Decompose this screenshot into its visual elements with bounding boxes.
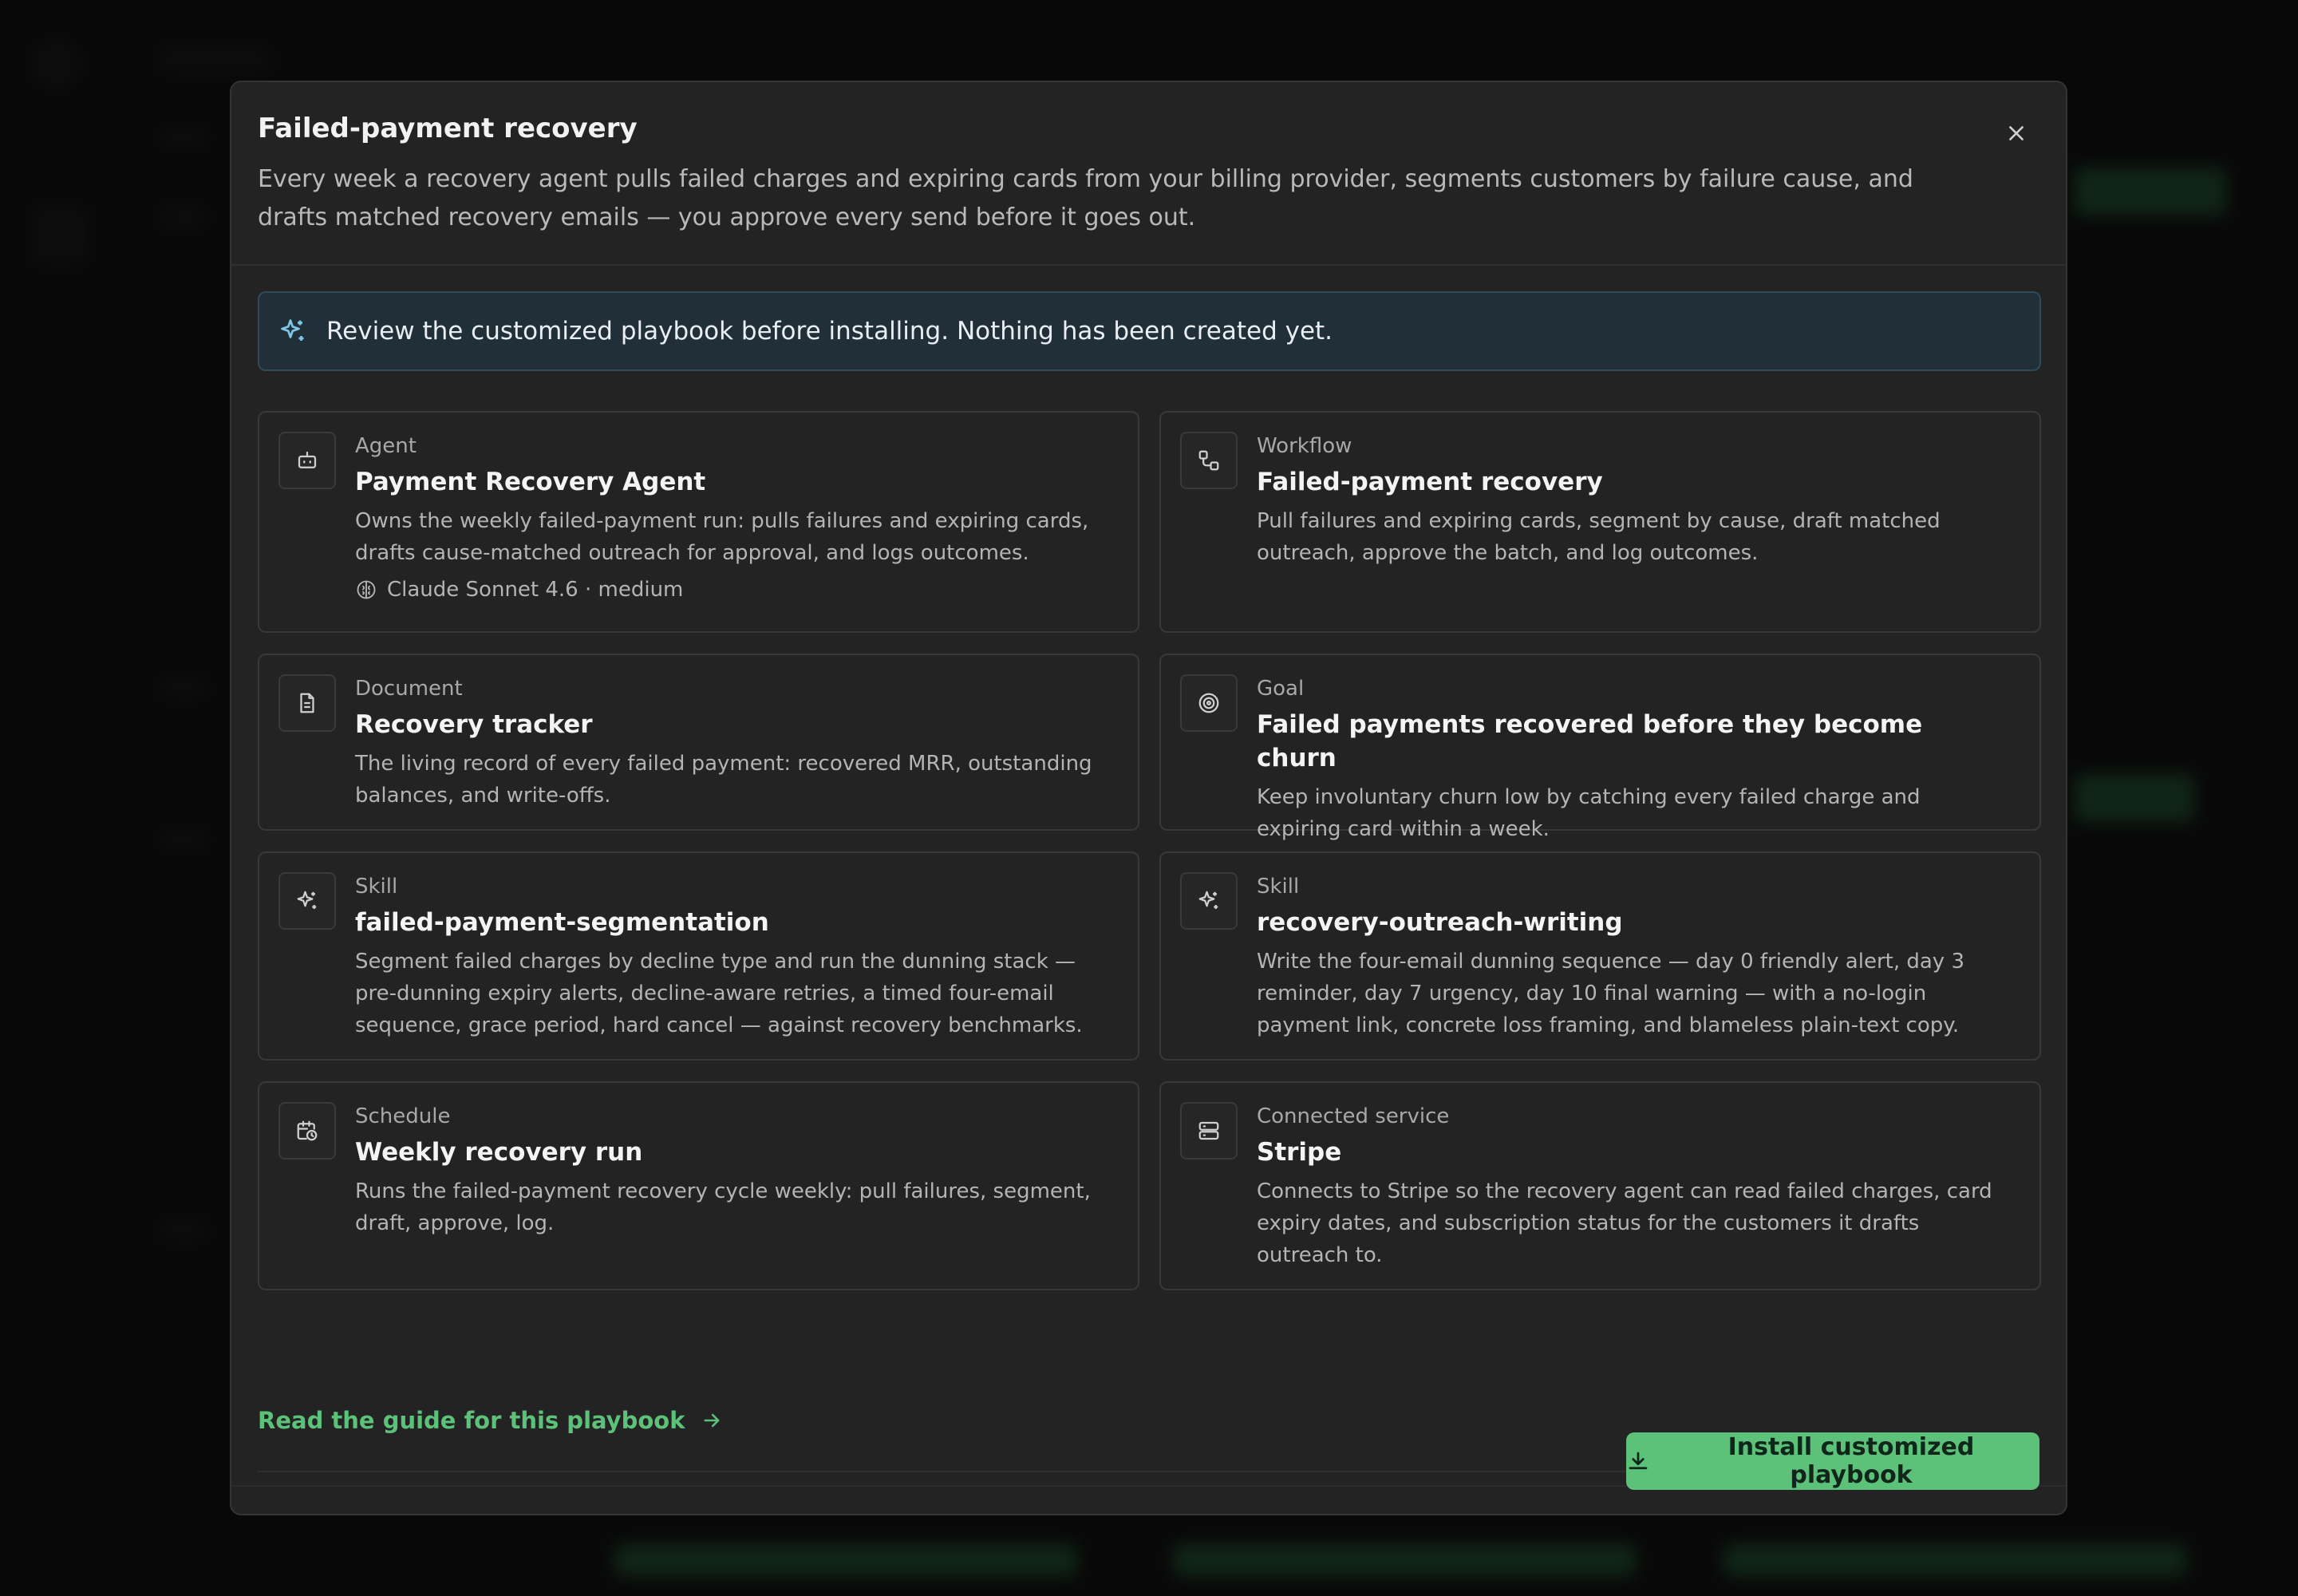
brain-icon xyxy=(357,580,376,599)
guide-link[interactable]: Read the guide for this playbook xyxy=(258,1407,723,1434)
sparkle-icon xyxy=(1180,872,1238,930)
document-icon xyxy=(278,674,336,732)
guide-link-label: Read the guide for this playbook xyxy=(258,1407,685,1434)
card-description: Write the four-email dunning sequence — … xyxy=(1257,950,1964,1037)
card-type: Agent xyxy=(355,434,417,458)
sparkle-icon xyxy=(278,872,336,930)
card-description: Pull failures and expiring cards, segmen… xyxy=(1257,509,1941,565)
card-agent[interactable]: Agent Payment Recovery Agent Owns the we… xyxy=(258,411,1139,633)
modal-description: Every week a recovery agent pulls failed… xyxy=(258,165,1913,231)
target-icon xyxy=(1180,674,1238,732)
card-name: Failed-payment recovery xyxy=(1257,468,1603,496)
card-description: Segment failed charges by decline type a… xyxy=(355,950,1083,1037)
install-button-label: Install customized playbook xyxy=(1727,1433,1975,1489)
card-name: Payment Recovery Agent xyxy=(355,468,706,496)
card-description: Connects to Stripe so the recovery agent… xyxy=(1257,1179,1992,1267)
workflow-icon xyxy=(1180,432,1238,489)
card-meta-text: Claude Sonnet 4.6 · medium xyxy=(387,578,684,602)
card-type: Workflow xyxy=(1257,434,1352,458)
sparkle-icon xyxy=(277,315,309,347)
card-description: Keep involuntary churn low by catching e… xyxy=(1257,785,1921,841)
modal-footer: Install customized playbook xyxy=(231,1432,2066,1514)
playbook-modal: Failed-payment recovery Every week a rec… xyxy=(230,81,2067,1515)
card-description: Runs the failed-payment recovery cycle w… xyxy=(355,1179,1091,1235)
card-name: failed-payment-segmentation xyxy=(355,908,769,937)
card-goal[interactable]: Goal Failed payments recovered before th… xyxy=(1159,654,2041,841)
close-icon xyxy=(2009,126,2024,140)
card-name: Recovery tracker xyxy=(355,710,593,739)
calendar-clock-icon xyxy=(278,1102,336,1159)
arrow-right-icon xyxy=(705,1413,720,1428)
card-skill-outreach[interactable]: Skill recovery-outreach-writing Write th… xyxy=(1159,851,2041,1061)
modal-header: Failed-payment recovery Every week a rec… xyxy=(231,82,2066,266)
card-model: Claude Sonnet 4.6 · medium xyxy=(355,575,1106,604)
card-type: Document xyxy=(355,677,463,701)
card-name: recovery-outreach-writing xyxy=(1257,908,1623,937)
download-icon xyxy=(1629,1452,1648,1470)
card-name: Weekly recovery run xyxy=(355,1138,643,1167)
card-workflow[interactable]: Workflow Failed-payment recovery Pull fa… xyxy=(1159,411,2041,633)
card-name: Failed payments recovered before they be… xyxy=(1257,710,1923,772)
robot-icon xyxy=(278,432,336,489)
card-description: The living record of every failed paymen… xyxy=(355,752,1092,808)
modal-title: Failed-payment recovery xyxy=(258,113,638,144)
card-document[interactable]: Document Recovery tracker The living rec… xyxy=(258,654,1139,831)
card-type: Connected service xyxy=(1257,1104,1450,1128)
card-type: Skill xyxy=(1257,875,1300,899)
server-icon xyxy=(1180,1102,1238,1159)
review-notice: Review the customized playbook before in… xyxy=(258,291,2041,371)
card-description: Owns the weekly failed-payment run: pull… xyxy=(355,509,1089,565)
install-button[interactable]: Install customized playbook xyxy=(1626,1432,2039,1490)
card-type: Schedule xyxy=(355,1104,451,1128)
card-type: Skill xyxy=(355,875,398,899)
card-connected-service[interactable]: Connected service Stripe Connects to Str… xyxy=(1159,1081,2041,1290)
card-schedule[interactable]: Schedule Weekly recovery run Runs the fa… xyxy=(258,1081,1139,1290)
card-type: Goal xyxy=(1257,677,1305,701)
notice-text: Review the customized playbook before in… xyxy=(326,317,1333,346)
card-skill-segmentation[interactable]: Skill failed-payment-segmentation Segmen… xyxy=(258,851,1139,1061)
close-button[interactable] xyxy=(1997,114,2035,152)
card-name: Stripe xyxy=(1257,1138,1342,1167)
